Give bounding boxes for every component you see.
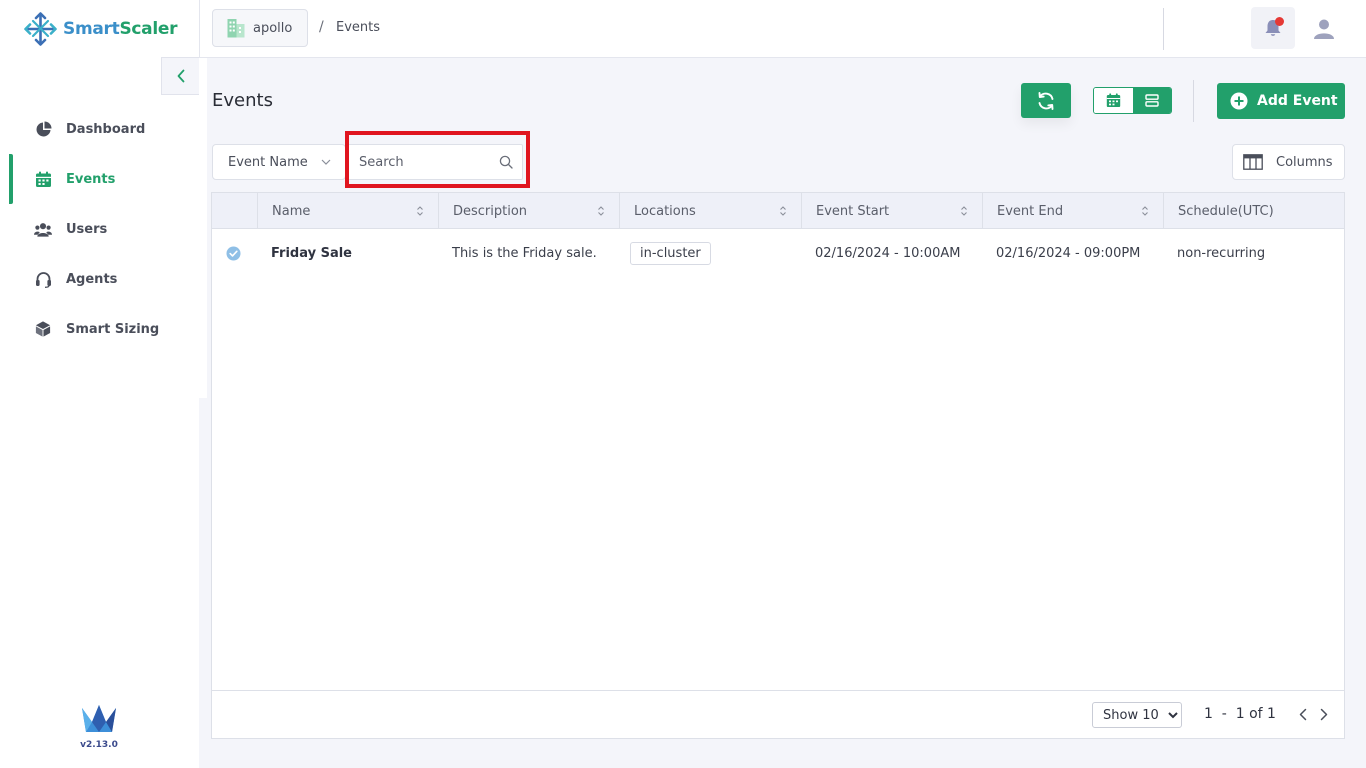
row-select-cell[interactable] xyxy=(212,230,257,276)
chevron-right-icon xyxy=(1320,708,1328,720)
sort-icon[interactable] xyxy=(960,205,968,217)
logo-arrows-icon xyxy=(24,12,57,46)
sort-icon[interactable] xyxy=(597,205,605,217)
filter-field-select[interactable]: Event Name xyxy=(212,144,346,180)
notifications-button[interactable] xyxy=(1251,7,1295,49)
event-schedule-cell: non-recurring xyxy=(1177,245,1266,261)
column-header-label: Locations xyxy=(634,203,696,219)
event-name-cell[interactable]: Friday Sale xyxy=(257,230,438,276)
sidebar-edge xyxy=(199,58,207,398)
next-page-button[interactable] xyxy=(1316,705,1332,723)
table-header: Name Description Locations Event Start E… xyxy=(212,193,1344,229)
add-event-button[interactable]: Add Event xyxy=(1217,83,1345,119)
list-view-button[interactable] xyxy=(1132,88,1171,113)
table-row[interactable]: Friday Sale This is the Friday sale. in-… xyxy=(212,230,1344,276)
event-description-cell: This is the Friday sale. xyxy=(452,245,597,261)
add-event-label: Add Event xyxy=(1257,93,1338,109)
column-header-label: Schedule(UTC) xyxy=(1178,203,1274,219)
building-icon xyxy=(227,19,245,38)
sidebar-item-events[interactable]: Events xyxy=(0,154,199,204)
column-header-event-end[interactable]: Event End xyxy=(982,193,1163,229)
sidebar-nav: Dashboard Events Users Agents Smart Sizi… xyxy=(0,104,199,354)
location-tag: in-cluster xyxy=(630,241,711,265)
user-avatar-icon xyxy=(1314,19,1334,39)
column-header-label: Name xyxy=(272,203,311,219)
columns-label: Columns xyxy=(1276,154,1333,170)
event-start-cell: 02/16/2024 - 10:00AM xyxy=(815,245,961,261)
chevron-left-icon xyxy=(1299,708,1307,720)
table-pagination: Show 10 1 - 1 of 1 xyxy=(212,690,1344,738)
breadcrumb-current: Events xyxy=(336,20,381,35)
search-highlight-box xyxy=(345,131,530,188)
sidebar: SmartScaler Dashboard Events Users Agent… xyxy=(0,0,199,768)
sidebar-item-label: Dashboard xyxy=(66,121,146,137)
chevron-down-icon xyxy=(321,159,331,165)
filter-field-label: Event Name xyxy=(228,154,308,170)
workspace-selector[interactable]: apollo xyxy=(212,9,308,47)
brand-logo[interactable]: SmartScaler xyxy=(24,12,177,46)
notification-dot xyxy=(1275,17,1284,26)
view-toggle xyxy=(1093,87,1172,114)
plus-circle-icon xyxy=(1230,92,1248,110)
sort-icon[interactable] xyxy=(1141,205,1149,217)
version-text: v2.13.0 xyxy=(80,740,118,750)
page-title: Events xyxy=(212,90,273,111)
column-header-event-start[interactable]: Event Start xyxy=(801,193,982,229)
event-end-cell: 02/16/2024 - 09:00PM xyxy=(996,245,1141,261)
divider xyxy=(1193,80,1194,122)
workspace-name: apollo xyxy=(253,20,293,36)
column-header-label: Event Start xyxy=(816,203,890,219)
table-columns-icon xyxy=(1243,154,1263,170)
users-icon xyxy=(34,220,52,238)
sidebar-item-users[interactable]: Users xyxy=(0,204,199,254)
brand-name: SmartScaler xyxy=(63,19,178,39)
sidebar-item-label: Smart Sizing xyxy=(66,321,160,337)
column-header-name[interactable]: Name xyxy=(257,193,438,229)
divider xyxy=(1163,8,1164,50)
sidebar-item-smart-sizing[interactable]: Smart Sizing xyxy=(0,304,199,354)
column-header-locations[interactable]: Locations xyxy=(619,193,801,229)
calendar-icon xyxy=(1106,93,1120,107)
check-circle-icon[interactable] xyxy=(226,246,241,261)
cube-icon xyxy=(34,320,52,338)
sidebar-item-label: Events xyxy=(66,171,116,187)
top-bar: apollo / Events xyxy=(199,0,1366,58)
column-header-schedule[interactable]: Schedule(UTC) xyxy=(1163,193,1344,229)
version-badge: v2.13.0 xyxy=(78,704,120,750)
refresh-icon xyxy=(1038,91,1054,110)
previous-page-button[interactable] xyxy=(1295,705,1311,723)
pie-chart-icon xyxy=(34,120,52,138)
sidebar-item-label: Users xyxy=(66,221,108,237)
headset-icon xyxy=(34,270,52,288)
column-header-label: Description xyxy=(453,203,528,219)
refresh-button[interactable] xyxy=(1021,83,1071,118)
select-column-header xyxy=(212,193,257,229)
calendar-icon xyxy=(34,170,52,188)
pagination-range: 1 - 1 of 1 xyxy=(1204,706,1276,722)
columns-button[interactable]: Columns xyxy=(1232,144,1345,180)
calendar-view-button[interactable] xyxy=(1094,88,1133,113)
column-header-description[interactable]: Description xyxy=(438,193,619,229)
sidebar-item-dashboard[interactable]: Dashboard xyxy=(0,104,199,154)
chevron-left-icon xyxy=(177,69,184,83)
sort-icon[interactable] xyxy=(779,205,787,217)
column-header-label: Event End xyxy=(997,203,1064,219)
sidebar-item-label: Agents xyxy=(66,271,118,287)
sidebar-item-agents[interactable]: Agents xyxy=(0,254,199,304)
crown-logo-icon xyxy=(82,705,116,732)
sort-icon[interactable] xyxy=(416,205,424,217)
user-menu-button[interactable] xyxy=(1308,10,1344,48)
page-size-select[interactable]: Show 10 xyxy=(1092,702,1182,728)
collapse-sidebar-button[interactable] xyxy=(161,57,199,95)
events-table: Name Description Locations Event Start E… xyxy=(211,192,1345,739)
event-locations-cell: in-cluster xyxy=(619,230,801,276)
list-icon xyxy=(1145,94,1159,107)
breadcrumb-separator: / xyxy=(319,19,324,35)
